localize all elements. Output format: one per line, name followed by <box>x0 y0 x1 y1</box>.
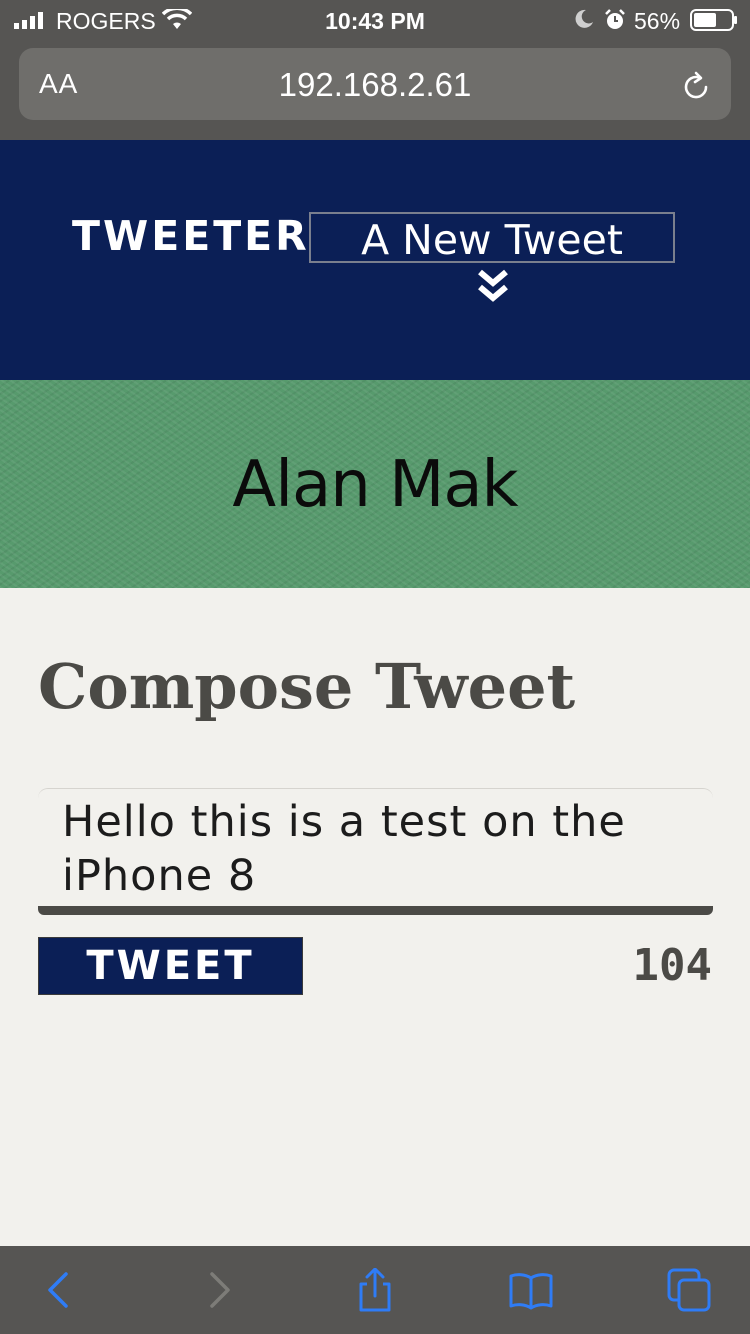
tweet-textarea[interactable]: Hello this is a test on the iPhone 8 <box>38 788 713 906</box>
tweet-text[interactable]: Hello this is a test on the iPhone 8 <box>62 795 702 903</box>
battery-icon <box>690 9 737 31</box>
double-chevron-down-icon[interactable] <box>476 268 510 304</box>
site-logo[interactable]: TWEETER <box>72 212 310 260</box>
tweet-submit-button[interactable]: TWEET <box>38 937 303 995</box>
tabs-icon[interactable] <box>667 1268 711 1312</box>
do-not-disturb-icon <box>575 9 593 28</box>
battery-percentage: 56% <box>634 8 681 34</box>
new-tweet-label: A New Tweet <box>361 216 623 264</box>
character-counter: 104 <box>632 940 712 991</box>
site-header: TWEETER A New Tweet <box>0 140 750 380</box>
compose-title: Compose Tweet <box>38 650 576 723</box>
textarea-underline <box>38 906 713 915</box>
status-bar: ROGERS 10:43 PM 56% <box>0 0 750 40</box>
bookmarks-icon[interactable] <box>509 1268 553 1312</box>
address-bar[interactable]: AA 192.168.2.61 <box>19 48 731 120</box>
back-icon[interactable] <box>38 1268 82 1312</box>
alarm-icon <box>605 9 625 29</box>
forward-icon[interactable] <box>196 1268 240 1312</box>
browser-toolbar <box>0 1246 750 1334</box>
profile-name: Alan Mak <box>232 448 518 522</box>
profile-banner: Alan Mak <box>0 380 750 588</box>
new-tweet-button[interactable]: A New Tweet <box>309 212 675 264</box>
browser-address-area: AA 192.168.2.61 <box>0 40 750 140</box>
url-text[interactable]: 192.168.2.61 <box>19 66 731 104</box>
reload-icon[interactable] <box>679 70 713 104</box>
share-icon[interactable] <box>353 1268 397 1312</box>
